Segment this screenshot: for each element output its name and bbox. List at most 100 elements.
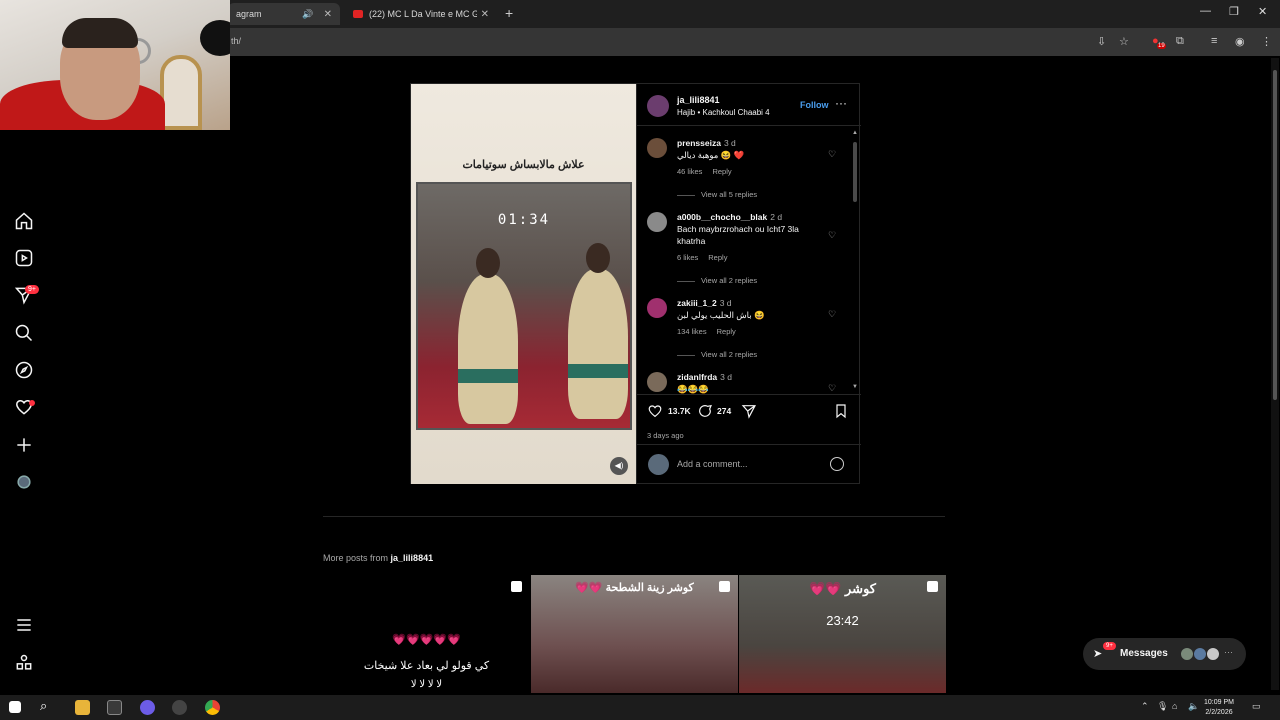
viewer-avatar [648, 454, 669, 475]
post-sidebar: ja_lili8841 Hajib • Kachkoul Chaabi 4 Fo… [636, 84, 861, 484]
more-options-icon[interactable]: ··· [835, 96, 847, 110]
reel-icon [511, 581, 522, 592]
commenter-avatar[interactable] [647, 372, 667, 392]
reply-link[interactable]: Reply [708, 253, 727, 262]
new-tab-icon[interactable]: + [505, 5, 513, 21]
menu-icon[interactable] [14, 615, 34, 635]
follow-button[interactable]: Follow [800, 100, 829, 110]
commenter-name[interactable]: zidanlfrda 3 d [677, 372, 732, 382]
view-replies-link[interactable]: View all 2 replies [677, 276, 757, 285]
commenter-avatar[interactable] [647, 138, 667, 158]
chrome-icon[interactable] [205, 700, 220, 715]
install-app-icon[interactable]: ⇩ [1097, 35, 1106, 48]
close-window-icon[interactable]: ✕ [1258, 5, 1267, 18]
avatar [1193, 647, 1207, 661]
volume-icon[interactable]: 🔈 [1188, 701, 1199, 712]
comment-icon[interactable] [697, 403, 713, 419]
bookmark-star-icon[interactable]: ☆ [1119, 35, 1129, 48]
plus-icon[interactable] [14, 435, 34, 455]
windows-start-icon[interactable] [9, 701, 21, 713]
commenter-name[interactable]: zakiii_1_2 3 d [677, 298, 732, 308]
audio-playing-icon[interactable]: 🔊 [302, 9, 313, 20]
share-icon[interactable] [741, 403, 757, 419]
mirror [160, 55, 202, 130]
app-icon[interactable] [140, 700, 155, 715]
webcam-overlay [0, 0, 230, 130]
thumb-text: كوشر 💗💗 [809, 581, 876, 596]
comment-text: موهبة ديالي 😆 ❤️ [677, 150, 745, 160]
comment-like-icon[interactable]: ♡ [828, 230, 836, 241]
comment-like-icon[interactable]: ♡ [828, 309, 836, 320]
reply-link[interactable]: Reply [712, 167, 731, 176]
apps-icon[interactable] [14, 653, 34, 673]
system-clock[interactable]: 10:09 PM 2/2/2026 [1204, 698, 1234, 718]
avatar-icon[interactable] [14, 472, 34, 492]
save-icon[interactable] [833, 403, 849, 419]
posted-time: 3 days ago [647, 431, 684, 440]
page-scrollbar[interactable] [1271, 58, 1279, 690]
network-icon[interactable]: ⌂ [1172, 701, 1177, 711]
scroll-down-icon[interactable]: ▼ [852, 384, 858, 390]
extensions-puzzle-icon[interactable]: ⧉ [1176, 35, 1184, 48]
more-posts-username[interactable]: ja_lili8841 [391, 553, 434, 563]
messages-pill[interactable]: ➤ 9+ Messages ··· [1083, 638, 1246, 670]
close-tab-icon[interactable]: ✕ [324, 9, 332, 20]
tab-instagram[interactable]: agram 🔊 ✕ [228, 3, 340, 25]
video-frame[interactable]: 01:34 [416, 182, 632, 430]
post-actions: 13.7K 274 3 days ago [637, 394, 861, 444]
thumb-text: 23:42 [826, 613, 859, 628]
restore-icon[interactable]: ❐ [1229, 5, 1239, 18]
tab-youtube[interactable]: (22) MC L Da Vinte e MC Gury ✕ [345, 3, 497, 25]
app-icon[interactable] [172, 700, 187, 715]
streamer-hair [62, 18, 138, 48]
reels-icon[interactable] [14, 248, 34, 268]
thumb-text: 💗💗💗💗💗 [392, 634, 461, 646]
comments-scrollbar[interactable]: ▲ ▼ [852, 130, 858, 392]
comment-input[interactable]: Add a comment... [677, 459, 748, 469]
minimize-icon[interactable]: — [1200, 5, 1211, 17]
home-icon[interactable] [14, 211, 34, 231]
scroll-up-icon[interactable]: ▲ [852, 130, 858, 136]
audio-track[interactable]: Hajib • Kachkoul Chaabi 4 [677, 108, 770, 117]
post-media[interactable]: علاش مالابساش سوتيامات 01:34 ◀) [411, 84, 636, 484]
comment-like-icon[interactable]: ♡ [828, 149, 836, 160]
add-comment-bar: Add a comment... [637, 444, 861, 484]
commenter-name[interactable]: prensseiza 3 d [677, 138, 736, 148]
scroll-thumb[interactable] [853, 142, 857, 202]
emoji-icon[interactable] [830, 457, 844, 471]
commenter-avatar[interactable] [647, 298, 667, 318]
media-control-icon[interactable]: ≡ [1211, 35, 1217, 47]
close-tab-icon[interactable]: ✕ [481, 9, 489, 20]
view-replies-link[interactable]: View all 5 replies [677, 190, 757, 199]
more-post-thumb[interactable]: 💗💗💗💗💗 كي قولو لي بعاد علا شيخات لا لا لا… [323, 575, 530, 693]
author-username[interactable]: ja_lili8841 [677, 95, 720, 105]
like-count[interactable]: 13.7K [668, 406, 691, 416]
address-bar[interactable]: th/ [225, 32, 1085, 52]
compass-icon[interactable] [14, 360, 34, 380]
clock-time: 10:09 PM [1204, 699, 1234, 706]
microphone-icon[interactable]: 🎙 [1157, 701, 1168, 712]
comment-text: 😂😂😂 [677, 384, 709, 394]
tray-expand-icon[interactable]: ⌃ [1141, 701, 1149, 712]
browser-menu-icon[interactable]: ⋮ [1261, 35, 1272, 48]
commenter-name[interactable]: a000b__chocho__blak 2 d [677, 212, 782, 222]
like-icon[interactable] [647, 403, 663, 419]
more-post-thumb[interactable]: كوشر زينة الشطحة 💗💗 [531, 575, 738, 693]
audio-toggle-icon[interactable]: ◀) [610, 457, 628, 475]
more-posts-heading: More posts from ja_lili8841 [323, 553, 434, 563]
comment-like-icon[interactable]: ♡ [828, 383, 836, 394]
store-icon[interactable] [107, 700, 122, 715]
search-icon[interactable] [14, 323, 34, 343]
youtube-icon [353, 10, 363, 18]
more-post-thumb[interactable]: كوشر 💗💗 23:42 [739, 575, 946, 693]
reply-link[interactable]: Reply [717, 327, 736, 336]
messages-label: Messages [1120, 648, 1168, 659]
notifications-icon[interactable]: ▭ [1252, 701, 1261, 712]
view-replies-link[interactable]: View all 2 replies [677, 350, 757, 359]
file-explorer-icon[interactable] [75, 700, 90, 715]
commenter-avatar[interactable] [647, 212, 667, 232]
page-scroll-thumb[interactable] [1273, 70, 1277, 400]
search-icon[interactable]: ⌕ [40, 698, 55, 713]
author-avatar[interactable] [647, 95, 669, 117]
profile-avatar-icon[interactable]: ◉ [1235, 35, 1245, 48]
